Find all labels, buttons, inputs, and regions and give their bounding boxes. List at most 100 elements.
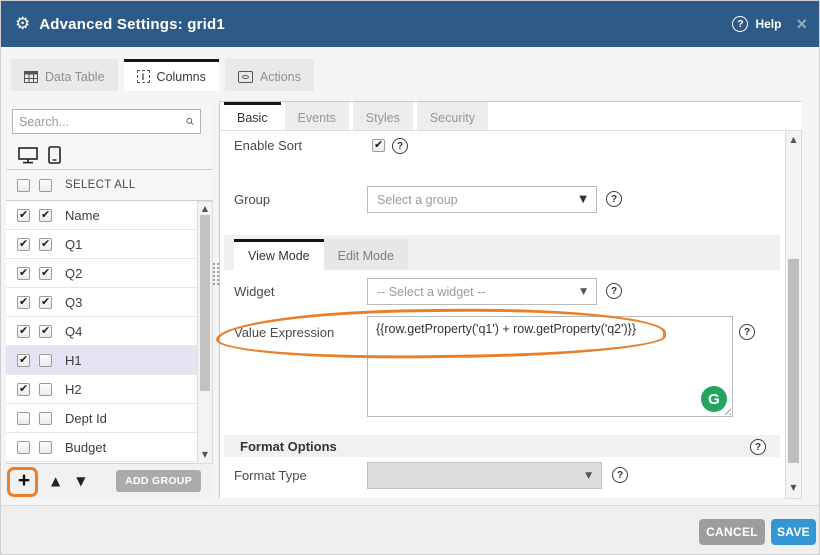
chevron-down-icon: ▼ [580, 287, 587, 297]
column-row-q2[interactable]: Q2 [6, 259, 197, 288]
scroll-up-icon[interactable]: ▲ [198, 205, 212, 213]
dialog-header: ⚙ Advanced Settings: grid1 ? Help × [1, 1, 820, 47]
chevron-down-icon: ▼ [579, 194, 587, 205]
enable-sort-help-icon[interactable]: ? [392, 138, 408, 154]
scroll-up-icon[interactable]: ▲ [786, 136, 801, 144]
value-expression-label: Value Expression [234, 325, 334, 340]
mobile-checkbox[interactable] [39, 412, 52, 425]
select-all-label: SELECT ALL [65, 179, 136, 191]
format-options-help-icon[interactable]: ? [750, 439, 766, 455]
scroll-down-icon[interactable]: ▼ [198, 451, 212, 459]
scrollbar-thumb[interactable] [788, 259, 799, 463]
web-checkbox[interactable] [17, 209, 30, 222]
mobile-checkbox[interactable] [39, 296, 52, 309]
column-row-q3[interactable]: Q3 [6, 288, 197, 317]
widget-help-icon[interactable]: ? [606, 283, 622, 299]
tab-data-table[interactable]: Data Table [11, 59, 118, 91]
web-checkbox[interactable] [17, 441, 30, 454]
advanced-settings-dialog: ⚙ Advanced Settings: grid1 ? Help × Data… [0, 0, 820, 555]
move-down-button[interactable]: ▼ [76, 474, 85, 488]
column-row-h1[interactable]: H1 [6, 346, 197, 375]
widget-select[interactable]: -- Select a widget -- ▼ [367, 278, 597, 305]
tab-styles[interactable]: Styles [353, 102, 413, 130]
tab-label: View Mode [248, 249, 310, 263]
detail-tabbar: Basic Events Styles Security [224, 102, 488, 130]
format-type-label: Format Type [234, 468, 307, 483]
mobile-checkbox[interactable] [39, 383, 52, 396]
web-checkbox[interactable] [17, 412, 30, 425]
mobile-checkbox[interactable] [39, 209, 52, 222]
dialog-footer: CANCEL SAVE [1, 505, 820, 555]
mobile-checkbox[interactable] [39, 441, 52, 454]
cancel-button[interactable]: CANCEL [699, 519, 765, 545]
tab-basic[interactable]: Basic [224, 102, 281, 130]
web-checkbox[interactable] [17, 238, 30, 251]
close-icon[interactable]: × [796, 15, 807, 33]
widget-label: Widget [234, 284, 274, 299]
select-all-mobile-checkbox[interactable] [39, 179, 52, 192]
sidebar-toolbar: + ▲ ▼ ADD GROUP [6, 464, 213, 498]
column-row-budget[interactable]: Budget [6, 433, 197, 462]
column-row-q1[interactable]: Q1 [6, 230, 197, 259]
scroll-down-icon[interactable]: ▼ [786, 484, 801, 492]
select-all-web-checkbox[interactable] [17, 179, 30, 192]
mobile-checkbox[interactable] [39, 267, 52, 280]
desktop-icon[interactable] [18, 147, 38, 164]
enable-sort-checkbox[interactable] [372, 139, 385, 152]
tab-label: Edit Mode [338, 249, 394, 263]
mobile-checkbox[interactable] [39, 325, 52, 338]
tab-events[interactable]: Events [285, 102, 349, 130]
format-type-select[interactable]: ▼ [367, 462, 602, 489]
column-name: Q4 [65, 324, 82, 339]
tab-columns[interactable]: I Columns [124, 59, 219, 91]
add-column-button[interactable]: + [13, 470, 35, 492]
grammarly-icon[interactable]: G [701, 386, 727, 412]
format-options-label: Format Options [240, 439, 337, 454]
group-select[interactable]: Select a group ▼ [367, 186, 597, 213]
value-expression-help-icon[interactable]: ? [739, 324, 755, 340]
web-checkbox[interactable] [17, 354, 30, 367]
column-row-h2[interactable]: H2 [6, 375, 197, 404]
mobile-icon[interactable] [48, 146, 61, 164]
column-row-q4[interactable]: Q4 [6, 317, 197, 346]
web-checkbox[interactable] [17, 325, 30, 338]
gear-icon: ⚙ [15, 14, 30, 34]
tab-security[interactable]: Security [417, 102, 488, 130]
format-type-help-icon[interactable]: ? [612, 467, 628, 483]
web-checkbox[interactable] [17, 267, 30, 280]
search-box [12, 109, 201, 134]
web-checkbox[interactable] [17, 383, 30, 396]
column-name: Name [65, 208, 100, 223]
tab-view-mode[interactable]: View Mode [234, 239, 324, 270]
column-row-name[interactable]: Name [6, 201, 197, 230]
chevron-down-icon: ▼ [585, 471, 592, 481]
value-expression-text[interactable]: {{row.getProperty('q1') + row.getPropert… [368, 317, 732, 416]
value-expression-textarea[interactable]: {{row.getProperty('q1') + row.getPropert… [367, 316, 733, 417]
scrollbar-thumb[interactable] [200, 215, 210, 391]
column-name: Budget [65, 440, 106, 455]
mobile-checkbox[interactable] [39, 238, 52, 251]
sidebar-scrollbar[interactable]: ▲ ▼ [197, 201, 213, 464]
add-group-button[interactable]: ADD GROUP [116, 470, 201, 492]
table-icon [24, 71, 38, 83]
select-all-row[interactable]: SELECT ALL [6, 170, 213, 201]
help-icon[interactable]: ? [732, 16, 748, 32]
format-options-header: Format Options [224, 435, 780, 457]
tab-actions[interactable]: Actions [225, 59, 314, 91]
search-input[interactable] [13, 115, 186, 129]
save-button[interactable]: SAVE [771, 519, 816, 545]
column-row-dept-id[interactable]: Dept Id [6, 404, 197, 433]
column-name: Q2 [65, 266, 82, 281]
help-link[interactable]: Help [755, 17, 781, 31]
mobile-checkbox[interactable] [39, 354, 52, 367]
tab-edit-mode[interactable]: Edit Mode [324, 239, 408, 270]
move-up-button[interactable]: ▲ [51, 474, 60, 488]
column-detail-panel: Basic Events Styles Security Enable Sort… [219, 101, 801, 498]
group-help-icon[interactable]: ? [606, 191, 622, 207]
columns-sidebar: SELECT ALL Name Q1 Q2 Q3 [6, 101, 213, 498]
column-name: H1 [65, 353, 82, 368]
tab-label: Security [430, 111, 475, 125]
mode-tabbar: View Mode Edit Mode [234, 239, 408, 270]
web-checkbox[interactable] [17, 296, 30, 309]
detail-scrollbar[interactable]: ▲ ▼ [785, 130, 802, 499]
